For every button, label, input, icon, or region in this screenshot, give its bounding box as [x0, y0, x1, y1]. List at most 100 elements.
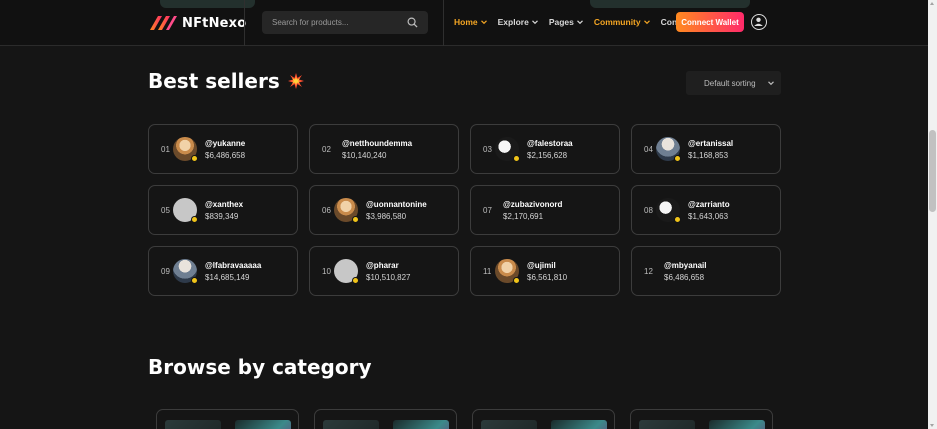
- category-card[interactable]: [472, 409, 615, 429]
- category-thumbnail: [165, 420, 221, 429]
- seller-username[interactable]: @zarrianto: [688, 200, 730, 209]
- search-input[interactable]: Search for products...: [272, 18, 407, 27]
- header-divider: [443, 0, 444, 46]
- scroll-up-icon[interactable]: [930, 2, 934, 5]
- seller-avatar[interactable]: [656, 198, 681, 223]
- seller-rank: 03: [483, 144, 492, 154]
- seller-card[interactable]: 03 @falestoraa $2,156,628: [470, 124, 620, 174]
- nav-home-label: Home: [454, 17, 478, 27]
- verified-badge-icon: [191, 216, 198, 223]
- seller-avatar[interactable]: [334, 198, 359, 223]
- category-thumbnail: [235, 420, 291, 429]
- seller-info: @xanthex $839,349: [205, 200, 243, 221]
- seller-info: @zarrianto $1,643,063: [688, 200, 730, 221]
- seller-username[interactable]: @lfabravaaaaa: [205, 261, 261, 270]
- page-scrollbar[interactable]: [928, 0, 937, 429]
- seller-info: @netthoundemma $10,140,240: [342, 139, 412, 160]
- seller-card[interactable]: 11 @ujimil $6,561,810: [470, 246, 620, 296]
- verified-badge-icon: [191, 155, 198, 162]
- browse-category-title: Browse by category: [148, 355, 372, 379]
- seller-avatar[interactable]: [334, 259, 359, 284]
- seller-rank: 04: [644, 144, 653, 154]
- seller-username[interactable]: @xanthex: [205, 200, 243, 209]
- main-nav: Home Explore Pages Community Contact: [454, 17, 702, 27]
- search-box[interactable]: Search for products...: [262, 11, 428, 34]
- seller-username[interactable]: @falestoraa: [527, 139, 573, 148]
- seller-amount: $10,510,827: [366, 272, 411, 282]
- seller-info: @mbyanail $6,486,658: [664, 261, 706, 282]
- header-banner-strip: [590, 0, 750, 8]
- seller-username[interactable]: @zubazivonord: [503, 200, 562, 209]
- burst-icon: [287, 73, 304, 89]
- seller-rank: 11: [483, 266, 492, 276]
- site-logo[interactable]: NFtNexo: [148, 14, 246, 32]
- scrollbar-thumb[interactable]: [929, 130, 936, 212]
- seller-avatar[interactable]: [173, 137, 198, 162]
- seller-card[interactable]: 04 @ertanissal $1,168,853: [631, 124, 781, 174]
- connect-wallet-button[interactable]: Connect Wallet: [676, 12, 744, 32]
- seller-avatar[interactable]: [173, 198, 198, 223]
- best-sellers-title: Best sellers: [148, 69, 304, 93]
- seller-info: @ujimil $6,561,810: [527, 261, 567, 282]
- seller-amount: $6,561,810: [527, 272, 568, 282]
- seller-card[interactable]: 01 @yukanne $6,486,658: [148, 124, 298, 174]
- scroll-down-icon[interactable]: [930, 424, 934, 427]
- category-card[interactable]: [314, 409, 457, 429]
- seller-card[interactable]: 08 @zarrianto $1,643,063: [631, 185, 781, 235]
- seller-card[interactable]: 09 @lfabravaaaaa $14,685,149: [148, 246, 298, 296]
- verified-badge-icon: [352, 277, 359, 284]
- seller-rank: 06: [322, 205, 331, 215]
- seller-username[interactable]: @mbyanail: [664, 261, 706, 270]
- seller-amount: $6,486,658: [664, 272, 705, 282]
- nav-community[interactable]: Community: [594, 17, 651, 27]
- chevron-down-icon: [576, 20, 583, 25]
- seller-amount: $3,986,580: [366, 211, 407, 221]
- seller-amount: $2,156,628: [527, 150, 568, 160]
- header-divider: [244, 0, 245, 46]
- category-card[interactable]: [630, 409, 773, 429]
- seller-card[interactable]: 06 @uonnantonine $3,986,580: [309, 185, 459, 235]
- search-icon[interactable]: [407, 17, 418, 28]
- nav-home[interactable]: Home: [454, 17, 488, 27]
- seller-username[interactable]: @ujimil: [527, 261, 567, 270]
- seller-rank: 08: [644, 205, 653, 215]
- category-thumbnail: [323, 420, 379, 429]
- category-thumbnail: [551, 420, 607, 429]
- category-card[interactable]: [156, 409, 299, 429]
- seller-avatar[interactable]: [495, 137, 520, 162]
- header-banner-strip: [160, 0, 255, 8]
- site-header: NFtNexo Search for products... Home Expl…: [0, 0, 928, 46]
- chevron-down-icon: [768, 81, 774, 86]
- sort-select-value: Default sorting: [704, 78, 756, 88]
- seller-info: @uonnantonine $3,986,580: [366, 200, 427, 221]
- user-circle-icon[interactable]: [751, 14, 767, 30]
- seller-username[interactable]: @yukanne: [205, 139, 245, 148]
- seller-card[interactable]: 12 @mbyanail $6,486,658: [631, 246, 781, 296]
- seller-username[interactable]: @ertanissal: [688, 139, 733, 148]
- seller-avatar[interactable]: [656, 137, 681, 162]
- verified-badge-icon: [674, 216, 681, 223]
- seller-username[interactable]: @uonnantonine: [366, 200, 427, 209]
- seller-amount: $1,168,853: [688, 150, 729, 160]
- seller-info: @lfabravaaaaa $14,685,149: [205, 261, 261, 282]
- best-sellers-grid: 01 @yukanne $6,486,658 02 @netthoundemma $10,…: [148, 124, 781, 296]
- seller-card[interactable]: 10 @pharar $10,510,827: [309, 246, 459, 296]
- category-thumbnail: [639, 420, 695, 429]
- chevron-down-icon: [480, 20, 487, 25]
- seller-avatar[interactable]: [495, 259, 520, 284]
- seller-avatar[interactable]: [173, 259, 198, 284]
- seller-username[interactable]: @pharar: [366, 261, 411, 270]
- page: NFtNexo Search for products... Home Expl…: [0, 0, 937, 429]
- seller-card[interactable]: 07 @zubazivonord $2,170,691: [470, 185, 620, 235]
- nav-pages[interactable]: Pages: [549, 17, 584, 27]
- nav-pages-label: Pages: [548, 17, 574, 27]
- seller-card[interactable]: 02 @netthoundemma $10,140,240: [309, 124, 459, 174]
- seller-card[interactable]: 05 @xanthex $839,349: [148, 185, 298, 235]
- seller-rank: 12: [644, 266, 653, 276]
- nav-explore[interactable]: Explore: [498, 17, 539, 27]
- sort-select[interactable]: Default sorting: [686, 71, 781, 95]
- seller-rank: 09: [161, 266, 170, 276]
- seller-username[interactable]: @netthoundemma: [342, 139, 412, 148]
- seller-info: @zubazivonord $2,170,691: [503, 200, 562, 221]
- category-thumbnail: [481, 420, 537, 429]
